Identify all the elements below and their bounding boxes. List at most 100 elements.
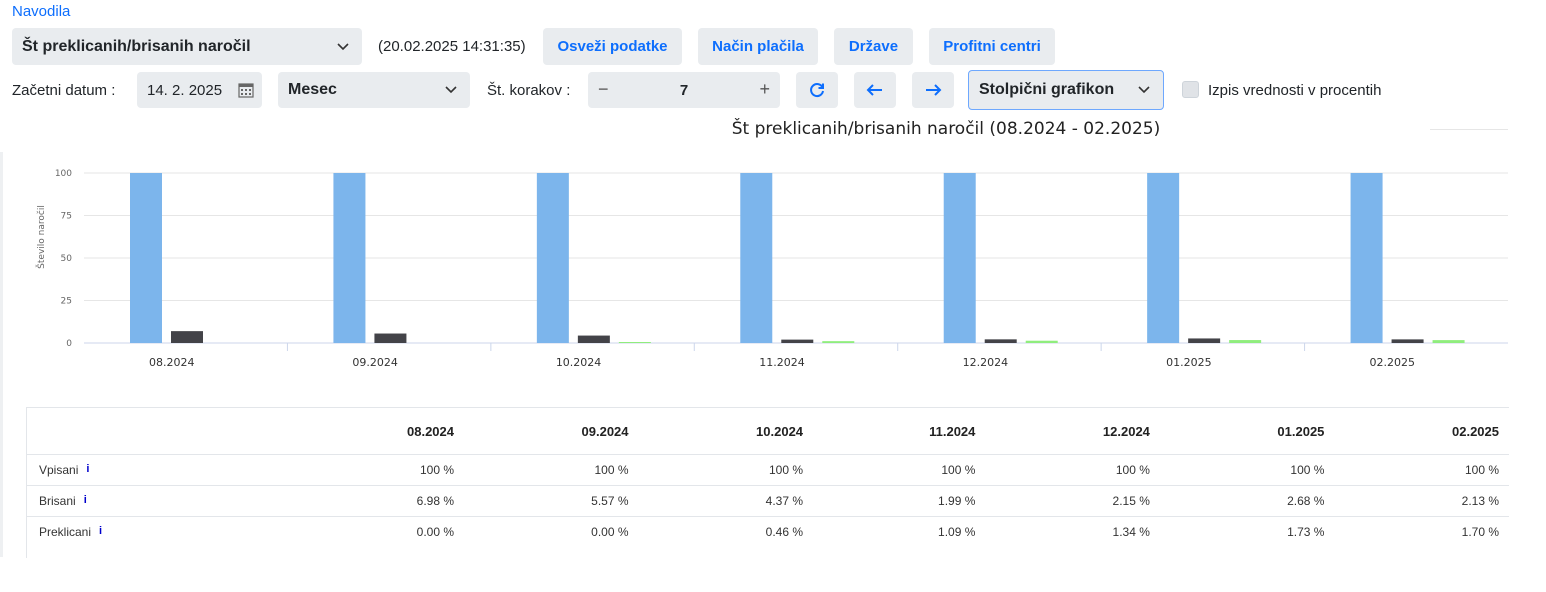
info-icon[interactable]: i bbox=[84, 494, 87, 506]
table-header-cell: 01.2025 bbox=[1277, 423, 1325, 439]
previous-button[interactable] bbox=[854, 72, 896, 108]
x-tick-label: 01.2025 bbox=[1166, 356, 1212, 369]
start-date-input[interactable]: 14. 2. 2025 bbox=[137, 72, 262, 108]
period-select[interactable]: Mesec bbox=[278, 72, 470, 108]
bar-preklicani bbox=[822, 341, 855, 343]
y-tick-label: 100 bbox=[55, 169, 72, 179]
table-cell: 6.98 % bbox=[338, 485, 464, 517]
data-table: 08.2024 09.2024 10.2024 11.2024 12.2024 … bbox=[27, 408, 1509, 547]
table-cell: 5.57 % bbox=[464, 485, 639, 517]
row-label-text: Brisani bbox=[39, 494, 76, 508]
bar-vpisani bbox=[333, 173, 366, 343]
refresh-data-button[interactable]: Osveži podatke bbox=[543, 28, 682, 65]
bar-brisani bbox=[577, 335, 610, 343]
row-label-text: Vpisani bbox=[39, 463, 79, 477]
period-select-value: Mesec bbox=[288, 81, 337, 98]
x-tick-label: 10.2024 bbox=[556, 356, 602, 369]
table-cell: 0.46 % bbox=[638, 516, 814, 547]
bar-vpisani bbox=[740, 173, 773, 343]
table-header-cell: 10.2024 bbox=[756, 423, 804, 439]
y-tick-label: 50 bbox=[61, 254, 73, 264]
table-header-cell: 11.2024 bbox=[929, 423, 976, 439]
payment-method-button[interactable]: Način plačila bbox=[698, 28, 818, 65]
info-icon[interactable]: i bbox=[86, 463, 89, 475]
chevron-down-icon bbox=[337, 42, 349, 50]
table-cell: 1.09 % bbox=[813, 516, 986, 547]
x-tick-label: 11.2024 bbox=[759, 356, 805, 369]
table-cell: 100 % bbox=[638, 454, 814, 486]
row-label-text: Preklicani bbox=[39, 525, 92, 539]
table-header-row: 08.2024 09.2024 10.2024 11.2024 12.2024 … bbox=[27, 408, 1509, 455]
row-label: Preklicani i bbox=[27, 516, 338, 547]
table-cell: 2.68 % bbox=[1159, 485, 1335, 517]
bar-preklicani bbox=[618, 342, 651, 343]
steps-stepper[interactable]: − 7 + bbox=[588, 72, 780, 108]
x-tick-label: 02.2025 bbox=[1370, 356, 1416, 369]
bar-vpisani bbox=[130, 173, 162, 343]
table-cell: 1.34 % bbox=[985, 516, 1160, 547]
bar-brisani bbox=[1188, 338, 1221, 343]
bar-brisani bbox=[984, 339, 1017, 343]
report-select[interactable]: Št preklicanih/brisanih naročil bbox=[12, 28, 362, 65]
info-icon[interactable]: i bbox=[99, 525, 102, 537]
start-date-label: Začetni datum : bbox=[12, 82, 116, 99]
instructions-link[interactable]: Navodila bbox=[12, 3, 70, 20]
table-header-cell: 02.2025 bbox=[1452, 423, 1499, 439]
bar-brisani bbox=[1391, 339, 1424, 343]
table-cell: 2.13 % bbox=[1334, 485, 1509, 517]
chart-title: Št preklicanih/brisanih naročil (08.2024… bbox=[731, 119, 1161, 139]
table-cell: 100 % bbox=[338, 454, 464, 486]
data-table-container: 08.2024 09.2024 10.2024 11.2024 12.2024 … bbox=[26, 407, 1509, 558]
bar-brisani bbox=[374, 333, 407, 343]
bar-preklicani bbox=[1432, 340, 1465, 343]
reload-button[interactable] bbox=[796, 72, 838, 108]
steps-value[interactable]: 7 bbox=[588, 82, 780, 99]
countries-button[interactable]: Države bbox=[834, 28, 913, 65]
report-select-value: Št preklicanih/brisanih naročil bbox=[22, 37, 251, 55]
table-cell: 1.73 % bbox=[1159, 516, 1335, 547]
bar-brisani bbox=[781, 339, 814, 343]
start-date-value: 14. 2. 2025 bbox=[147, 81, 223, 99]
bar-preklicani bbox=[1229, 340, 1262, 343]
last-refresh-timestamp: (20.02.2025 14:31:35) bbox=[378, 38, 526, 55]
table-cell: 100 % bbox=[1334, 454, 1509, 486]
steps-label: Št. korakov : bbox=[487, 82, 571, 99]
bar-preklicani bbox=[1025, 340, 1058, 343]
table-cell: 0.00 % bbox=[464, 516, 639, 547]
arrow-left-icon bbox=[866, 84, 882, 96]
refresh-icon bbox=[810, 83, 824, 98]
y-tick-label: 25 bbox=[61, 297, 72, 307]
x-tick-label: 08.2024 bbox=[149, 356, 195, 369]
y-axis-label: Število naročil bbox=[35, 205, 47, 269]
bar-vpisani bbox=[1350, 173, 1383, 343]
profit-centers-button[interactable]: Profitni centri bbox=[929, 28, 1055, 65]
x-tick-label: 09.2024 bbox=[352, 356, 398, 369]
bar-brisani bbox=[171, 331, 203, 343]
percent-checkbox[interactable] bbox=[1182, 81, 1199, 98]
percent-checkbox-label[interactable]: Izpis vrednosti v procentih bbox=[1208, 82, 1381, 99]
y-tick-label: 75 bbox=[61, 212, 72, 222]
table-header-cell: 08.2024 bbox=[407, 423, 454, 439]
next-button[interactable] bbox=[912, 72, 954, 108]
arrow-right-icon bbox=[926, 84, 942, 96]
table-cell: 1.99 % bbox=[813, 485, 986, 517]
chart-type-value: Stolpični grafikon bbox=[979, 81, 1115, 98]
table-row: Preklicani i 0.00 % 0.00 % 0.46 % 1.09 % … bbox=[27, 516, 1509, 547]
bar-vpisani bbox=[536, 173, 569, 343]
table-header-cell: 09.2024 bbox=[581, 423, 629, 439]
chevron-down-icon bbox=[1138, 86, 1150, 94]
table-header-cell: 12.2024 bbox=[1102, 423, 1150, 439]
bar-chart: 0 25 50 75 100 08.2024 09.2024 10.2024 11.2024 1… bbox=[35, 169, 1508, 369]
chart-type-select[interactable]: Stolpični grafikon bbox=[968, 70, 1164, 110]
table-header-blank bbox=[27, 408, 338, 455]
table-cell: 100 % bbox=[985, 454, 1160, 486]
table-cell: 0.00 % bbox=[338, 516, 464, 547]
x-tick-label: 12.2024 bbox=[963, 356, 1009, 369]
table-row: Vpisani i 100 % 100 % 100 % 100 % 100 % 1… bbox=[27, 454, 1509, 486]
divider bbox=[1430, 129, 1508, 130]
table-cell: 1.70 % bbox=[1334, 516, 1509, 547]
calendar-icon[interactable] bbox=[238, 82, 254, 98]
y-tick-label: 0 bbox=[66, 339, 72, 349]
increment-button[interactable]: + bbox=[759, 79, 770, 100]
table-cell: 2.15 % bbox=[985, 485, 1160, 517]
